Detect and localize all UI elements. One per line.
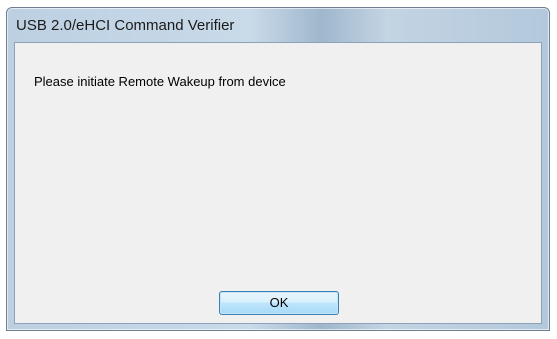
dialog-window: USB 2.0/eHCI Command Verifier Please ini… — [6, 7, 550, 331]
window-title: USB 2.0/eHCI Command Verifier — [16, 17, 235, 34]
title-bar[interactable]: USB 2.0/eHCI Command Verifier — [7, 8, 549, 42]
dialog-message: Please initiate Remote Wakeup from devic… — [34, 74, 286, 89]
dialog-content: Please initiate Remote Wakeup from devic… — [14, 42, 542, 324]
ok-button[interactable]: OK — [219, 291, 339, 315]
